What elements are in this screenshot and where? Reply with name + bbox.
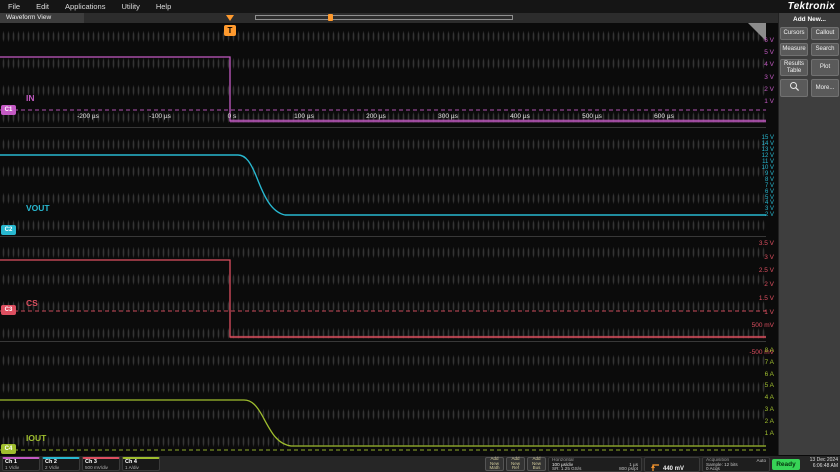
trigger-level-value: 440 mV xyxy=(663,465,685,472)
acquisition-badge[interactable]: Acquisition Auto Sample: 12 bits 0 Acqs xyxy=(702,456,770,472)
channel-label-iout[interactable]: IOUT xyxy=(26,433,46,443)
menu-item-utility[interactable]: Utility xyxy=(113,2,147,11)
edge-trigger-icon xyxy=(648,460,660,471)
scale-label: 5 A xyxy=(764,382,774,390)
trigger-badge[interactable]: 440 mV xyxy=(644,456,700,472)
time-label: 300 µs xyxy=(438,113,458,120)
cursors-button[interactable]: Cursors xyxy=(780,27,808,40)
record-view-bar[interactable] xyxy=(255,15,513,20)
scale-label: 6 V xyxy=(764,37,774,44)
vertical-scale-ch3: 3.5 V 3 V 2.5 V 2 V 1.5 V 1 V 500 mV xyxy=(752,237,774,333)
scale-label: 5 V xyxy=(764,49,774,57)
menu-bar: File Edit Applications Utility Help Tekt… xyxy=(0,0,840,13)
time-label: 100 µs xyxy=(294,113,314,120)
scale-label: 1 A xyxy=(764,429,774,437)
time-label: 500 µs xyxy=(582,113,602,120)
vertical-scale-ch2: 15 V 14 V 13 V 12 V 11 V 10 V 9 V 8 V 7 … xyxy=(762,135,774,219)
resolution: 800 ps/pt xyxy=(619,466,638,472)
acquisition-count: 0 Acqs xyxy=(706,466,720,472)
time-label: 0 s xyxy=(227,113,237,120)
record-trigger-marker[interactable] xyxy=(328,14,333,21)
time-label-clock: 6:06:48 AM xyxy=(812,463,838,469)
tab-strip: Waveform View xyxy=(0,13,778,23)
scale-label: 2 V xyxy=(764,281,774,289)
measure-button[interactable]: Measure xyxy=(780,43,808,56)
channel-label-vout[interactable]: VOUT xyxy=(26,203,50,213)
scale-label: 4 A xyxy=(764,394,774,402)
time-label: 600 µs xyxy=(654,113,674,120)
ch1-bw: 350 MHz xyxy=(5,469,37,470)
menu-item-edit[interactable]: Edit xyxy=(28,2,57,11)
vertical-scale-ch1: 6 V 5 V 4 V 3 V 2 V 1 V xyxy=(764,35,774,108)
ready-status: Ready xyxy=(772,458,800,470)
results-table-button[interactable]: Results Table xyxy=(780,59,808,76)
time-label: -200 µs xyxy=(77,113,99,120)
scale-label: 2 V xyxy=(764,85,774,93)
channel-badge-c3[interactable]: C3 xyxy=(1,305,16,315)
ch4-badge[interactable]: Ch 4 1 A/div 20 MHz xyxy=(122,457,160,471)
search-button[interactable]: Search xyxy=(811,43,839,56)
datetime: 13 Dec 2024 6:06:48 AM xyxy=(802,458,838,469)
scale-label: 2 V xyxy=(764,212,774,219)
waveform-ch3-cs xyxy=(0,259,766,338)
callout-button[interactable]: Callout xyxy=(811,27,839,40)
add-new-label: Add New... xyxy=(793,16,826,23)
scale-label: 1.5 V xyxy=(758,294,774,302)
time-label: 400 µs xyxy=(510,113,530,120)
magnifier-icon xyxy=(789,81,800,95)
scale-label: 3 V xyxy=(764,253,774,261)
tektronix-logo: Tektronix xyxy=(787,1,835,12)
scale-label: 1 V xyxy=(764,98,774,106)
more-button[interactable]: More... xyxy=(811,79,839,97)
zoom-tools-button[interactable] xyxy=(780,79,808,97)
sample-rate: SR: 1.25 GS/s xyxy=(552,466,582,472)
scale-label: 3.5 V xyxy=(758,240,774,247)
waveform-ch4-iout xyxy=(0,399,766,447)
scale-label: 500 mV xyxy=(751,322,774,330)
trigger-marker[interactable]: T xyxy=(224,25,236,36)
ch3-bw: 1 MΩ 20 MHz xyxy=(85,469,117,470)
menu-item-applications[interactable]: Applications xyxy=(57,2,113,11)
scale-label: 1 V xyxy=(764,308,774,316)
ch1-badge[interactable]: Ch 1 1 V/div 350 MHz xyxy=(2,457,40,471)
sidebar-buttons: Cursors Callout Measure Search Results T… xyxy=(779,27,840,97)
waveform-ch2-vout xyxy=(0,154,766,216)
waveform-ch1-in xyxy=(0,56,766,122)
scale-label: 8 A xyxy=(764,347,774,354)
plot-button[interactable]: Plot xyxy=(811,59,839,76)
horizontal-badge[interactable]: Horizontal 100 µs/div 1 µs SR: 1.25 GS/s… xyxy=(548,456,642,472)
scale-label: 3 A xyxy=(764,405,774,413)
time-label: -100 µs xyxy=(149,113,171,120)
ch4-bw: 20 MHz xyxy=(125,469,157,470)
acquisition-mode: Auto xyxy=(756,457,766,463)
ch3-badge[interactable]: Ch 3 500 mV/div 1 MΩ 20 MHz xyxy=(82,457,120,471)
bottom-bar: Ch 1 1 V/div 350 MHz Ch 2 2 V/div 350 MH… xyxy=(0,455,840,472)
right-sidebar: Add New... Cursors Callout Measure Searc… xyxy=(778,13,840,455)
scale-label: 6 A xyxy=(764,370,774,378)
channel-badge-c1[interactable]: C1 xyxy=(1,105,16,115)
tab-waveform-view[interactable]: Waveform View xyxy=(0,13,84,23)
ch2-badge[interactable]: Ch 2 2 V/div 350 MHz xyxy=(42,457,80,471)
waveform-canvas xyxy=(0,56,766,451)
channel-label-cs[interactable]: CS xyxy=(26,298,38,308)
add-new-ref-button[interactable]: Add New Ref xyxy=(506,457,525,471)
scale-label: 7 A xyxy=(764,358,774,366)
scale-label: 4 V xyxy=(764,61,774,69)
scale-label: 2.5 V xyxy=(758,267,774,275)
time-label: 200 µs xyxy=(366,113,386,120)
channel-label-in[interactable]: IN xyxy=(26,93,35,103)
scale-label: 2 A xyxy=(764,417,774,425)
trigger-position-icon[interactable] xyxy=(226,15,234,21)
vertical-scale-ch4: 8 A 7 A 6 A 5 A 4 A 3 A 2 A 1 A xyxy=(765,345,774,439)
ch2-bw: 350 MHz xyxy=(45,469,77,470)
add-new-math-button[interactable]: Add New Math xyxy=(485,457,504,471)
add-new-bus-button[interactable]: Add New Bus xyxy=(527,457,546,471)
channel-badge-c4[interactable]: C4 xyxy=(1,444,16,454)
scale-label: 3 V xyxy=(764,73,774,81)
waveform-view: T -200 µs -100 µs 0 s 100 µs 200 µs 300 … xyxy=(0,23,778,455)
channel-badge-c2[interactable]: C2 xyxy=(1,225,16,235)
menu-item-file[interactable]: File xyxy=(0,2,28,11)
menu-item-help[interactable]: Help xyxy=(148,2,179,11)
